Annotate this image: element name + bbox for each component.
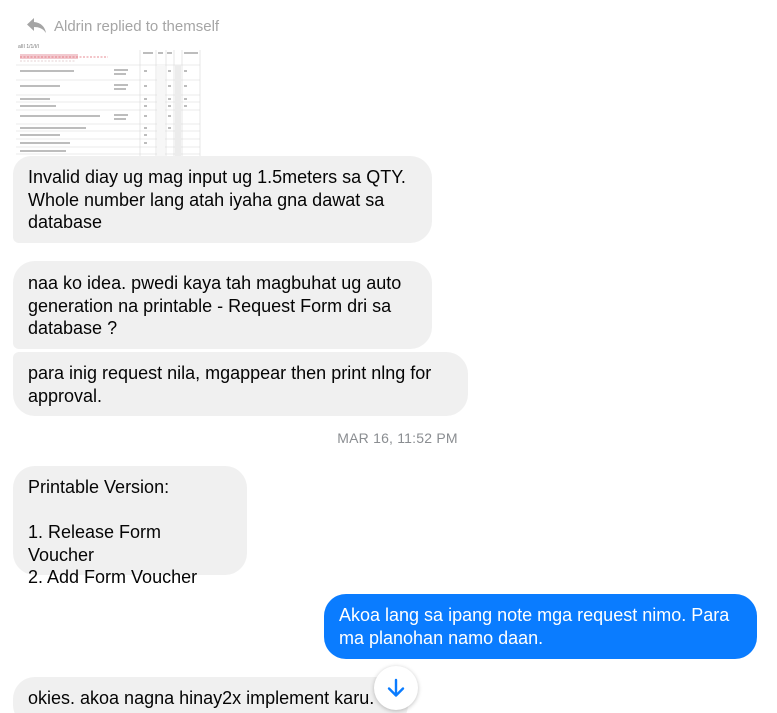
message-bubble-incoming[interactable]: para inig request nila, mgappear then pr… [13,352,468,416]
message-bubble-outgoing[interactable]: Akoa lang sa ipang note mga request nimo… [324,594,757,659]
message-timestamp: MAR 16, 11:52 PM [337,430,458,446]
spreadsheet-thumbnail: aIII 1/1/I/I [16,42,204,160]
reply-header: Aldrin replied to themself [26,14,219,38]
reply-header-text: Aldrin replied to themself [54,17,220,35]
message-bubble-incoming[interactable]: naa ko idea. pwedi kaya tah magbuhat ug … [13,261,432,349]
chat-thread: Aldrin replied to themself aIII 1/1/I/I [0,0,777,713]
message-bubble-incoming[interactable]: okies. akoa nagna hinay2x implement karu… [13,677,408,713]
reply-icon [27,18,46,33]
attachment-title: aIII 1/1/I/I [18,44,39,50]
scroll-to-bottom-button[interactable] [374,666,418,710]
image-attachment[interactable]: aIII 1/1/I/I [16,42,204,160]
message-bubble-incoming[interactable]: Invalid diay ug mag input ug 1.5meters s… [13,156,432,243]
message-bubble-incoming[interactable]: Printable Version: 1. Release Form Vouch… [13,466,247,587]
arrow-down-icon [387,678,405,697]
